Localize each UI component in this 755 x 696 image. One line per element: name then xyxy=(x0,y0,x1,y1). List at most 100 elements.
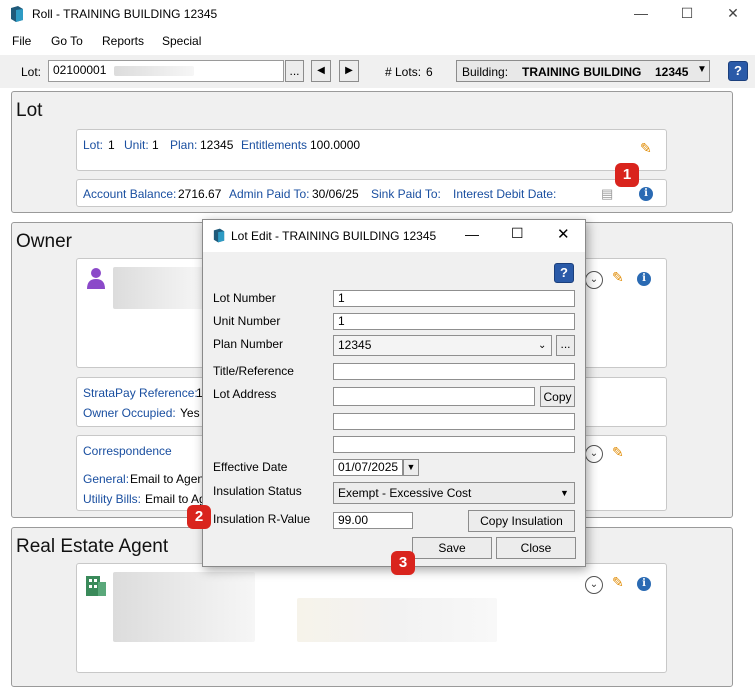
expand-chevron-icon[interactable]: ⌄ xyxy=(585,576,603,594)
sink-paid-label: Sink Paid To: xyxy=(371,187,441,201)
lot-value: 1 xyxy=(108,138,115,152)
plan-label: Plan: xyxy=(170,138,198,152)
redacted-agent-details xyxy=(297,598,497,642)
menu-goto[interactable]: Go To xyxy=(51,34,83,48)
entitlements-label: Entitlements xyxy=(241,138,308,152)
unit-number-input[interactable]: 1 xyxy=(333,313,575,330)
chevron-down-icon: ▼ xyxy=(560,488,569,498)
plan-number-value: 12345 xyxy=(338,338,372,352)
dialog-titlebar: Lot Edit - TRAINING BUILDING 12345 — ☐ ✕ xyxy=(203,220,585,252)
expand-chevron-icon[interactable]: ⌄ xyxy=(585,271,603,289)
edit-pencil-icon[interactable]: ✎ xyxy=(612,444,624,461)
insulation-r-value-input[interactable]: 99.00 xyxy=(333,512,413,529)
correspondence-label: Correspondence xyxy=(83,444,172,458)
admin-paid-label: Admin Paid To: xyxy=(229,187,310,201)
interest-debit-label: Interest Debit Date: xyxy=(453,187,557,201)
lot-input-value: 02100001 xyxy=(53,63,107,77)
minimize-button[interactable]: — xyxy=(618,0,664,28)
lot-summary-box: Lot: 1 Unit: 1 Plan: 12345 Entitlements … xyxy=(76,129,667,171)
insulation-r-value-label: Insulation R-Value xyxy=(213,512,311,526)
building-name: TRAINING BUILDING xyxy=(522,65,642,79)
maximize-button[interactable]: ☐ xyxy=(664,0,710,28)
title-reference-label: Title/Reference xyxy=(213,364,294,378)
app-logo-icon xyxy=(213,228,225,246)
lot-account-box: Account Balance: 2716.67 Admin Paid To: … xyxy=(76,179,667,207)
close-window-button[interactable]: ✕ xyxy=(710,0,755,28)
lot-address-line1-input[interactable] xyxy=(333,387,535,406)
title-reference-input[interactable] xyxy=(333,363,575,380)
info-icon[interactable]: i xyxy=(637,577,651,591)
menu-special[interactable]: Special xyxy=(162,34,201,48)
copy-address-button[interactable]: Copy xyxy=(540,386,575,407)
info-icon[interactable]: i xyxy=(639,187,653,201)
insulation-status-label: Insulation Status xyxy=(213,484,302,498)
owner-occupied-value: Yes xyxy=(180,406,200,420)
callout-badge-3: 3 xyxy=(391,551,415,575)
building-label: Building: xyxy=(462,65,509,79)
lot-number-label: Lot Number xyxy=(213,291,276,305)
general-value: Email to Agen xyxy=(130,472,205,486)
building-icon xyxy=(85,572,107,599)
window-titlebar: Roll - TRAINING BUILDING 12345 — ☐ ✕ xyxy=(0,0,755,28)
menu-reports[interactable]: Reports xyxy=(102,34,144,48)
dialog-close-button[interactable]: ✕ xyxy=(557,225,570,243)
dialog-title: Lot Edit - TRAINING BUILDING 12345 xyxy=(231,229,437,243)
dialog-help-icon[interactable]: ? xyxy=(554,263,574,283)
prev-lot-button[interactable]: ◀ xyxy=(311,60,331,82)
building-number: 12345 xyxy=(655,65,689,79)
lot-label: Lot: xyxy=(83,138,104,152)
plan-browse-button[interactable]: ... xyxy=(556,335,575,356)
utility-bills-label: Utility Bills: xyxy=(83,492,142,506)
person-icon xyxy=(87,267,105,292)
close-button[interactable]: Close xyxy=(496,537,576,559)
effective-date-input[interactable]: 01/07/2025 xyxy=(333,459,403,476)
redacted-text xyxy=(113,65,194,76)
num-lots-label: # Lots: xyxy=(385,65,422,79)
utility-bills-value: Email to Ag xyxy=(145,492,206,506)
plan-number-select[interactable]: 12345 ⌄ xyxy=(333,335,552,356)
lot-label: Lot: xyxy=(21,65,42,79)
num-lots-value: 6 xyxy=(426,65,433,79)
agent-section-title: Real Estate Agent xyxy=(16,536,169,557)
help-icon[interactable]: ? xyxy=(728,61,748,81)
unit-label: Unit: xyxy=(124,138,149,152)
lot-number-input[interactable]: 1 xyxy=(333,290,575,307)
insulation-status-select[interactable]: Exempt - Excessive Cost ▼ xyxy=(333,482,575,504)
callout-badge-1: 1 xyxy=(615,163,639,187)
redacted-owner-name xyxy=(113,267,203,309)
dialog-maximize-button[interactable]: ☐ xyxy=(511,225,524,242)
date-picker-button[interactable]: ▼ xyxy=(403,459,419,476)
edit-pencil-icon[interactable]: ✎ xyxy=(612,574,624,591)
building-select[interactable]: Building: TRAINING BUILDING 12345 ▼ xyxy=(456,60,710,82)
chevron-down-icon: ▼ xyxy=(697,64,707,75)
plan-number-label: Plan Number xyxy=(213,337,284,351)
dialog-minimize-button[interactable]: — xyxy=(465,226,479,242)
account-balance-label: Account Balance: xyxy=(83,187,177,201)
copy-insulation-button[interactable]: Copy Insulation xyxy=(468,510,575,532)
owner-occupied-label: Owner Occupied: xyxy=(83,406,176,420)
lot-address-line2-input[interactable] xyxy=(333,413,575,430)
general-label: General: xyxy=(83,472,130,486)
chevron-down-icon: ⌄ xyxy=(538,340,547,351)
menu-file[interactable]: File xyxy=(12,34,31,48)
edit-pencil-icon[interactable]: ✎ xyxy=(612,269,624,286)
lot-address-line3-input[interactable] xyxy=(333,436,575,453)
info-icon[interactable]: i xyxy=(637,272,651,286)
owner-section-title: Owner xyxy=(16,231,72,252)
plan-value: 12345 xyxy=(200,138,234,152)
next-lot-button[interactable]: ▶ xyxy=(339,60,359,82)
lot-input[interactable]: 02100001 xyxy=(48,60,284,82)
edit-pencil-icon[interactable]: ✎ xyxy=(640,140,652,157)
lot-address-label: Lot Address xyxy=(213,387,277,401)
lot-browse-button[interactable]: ... xyxy=(285,60,304,82)
callout-badge-2: 2 xyxy=(187,505,211,529)
document-icon[interactable]: ▤ xyxy=(601,186,613,202)
app-logo-icon xyxy=(10,6,24,22)
expand-chevron-icon[interactable]: ⌄ xyxy=(585,445,603,463)
lot-edit-dialog: Lot Edit - TRAINING BUILDING 12345 — ☐ ✕… xyxy=(202,219,586,567)
window-title: Roll - TRAINING BUILDING 12345 xyxy=(32,7,218,21)
insulation-status-value: Exempt - Excessive Cost xyxy=(338,486,472,500)
save-button[interactable]: Save xyxy=(412,537,492,559)
lot-section-title: Lot xyxy=(16,100,43,121)
admin-paid-value: 30/06/25 xyxy=(312,187,359,201)
